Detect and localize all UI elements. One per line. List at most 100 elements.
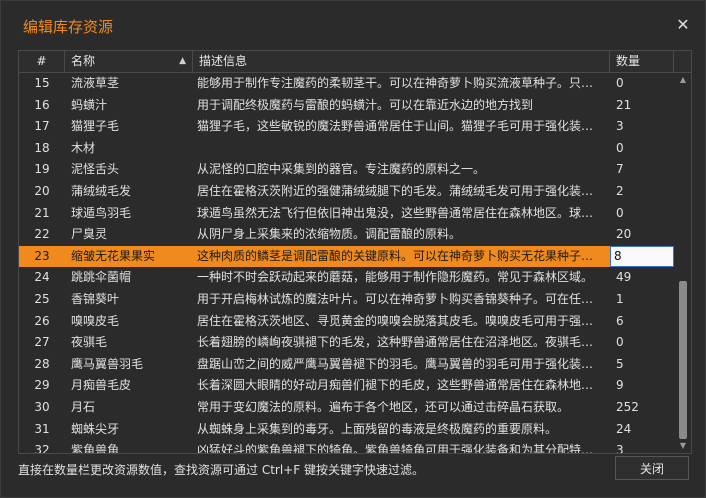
scroll-up-icon[interactable]: ▲ <box>675 73 691 87</box>
resource-description: 从阴尸身上采集来的浓缩物质。调配雷酿的原料。 <box>197 227 462 242</box>
resource-description: 长着深圆大眼睛的好动月痴兽们褪下的毛皮，这些野兽通常居住在森林地区... <box>197 378 605 393</box>
resource-description: 用于调配终极魔药与雷酿的蚂蟥汁。可以在靠近水边的地方找到 <box>197 97 534 112</box>
row-number: 32 <box>34 443 50 454</box>
table-row[interactable]: 20 蒲绒绒毛发 居住在霍格沃茨附近的强健蒲绒绒腿下的毛发。蒲绒绒毛发可用于强化装备… <box>19 181 674 203</box>
quantity-cell[interactable]: 0 <box>610 73 674 95</box>
quantity-cell[interactable]: 49 <box>610 267 674 289</box>
table-row[interactable]: 16 蚂蟥汁 用于调配终极魔药与雷酿的蚂蟥汁。可以在靠近水边的地方找到 21 <box>19 95 674 117</box>
resource-name: 月痴兽毛皮 <box>71 378 132 393</box>
resource-description: 常用于变幻魔法的原料。遍布于各个地区，还可以通过击碎晶石获取。 <box>197 399 570 414</box>
resource-description: 盘踞山峦之间的威严鹰马翼兽褪下的羽毛。鹰马翼兽的羽毛可用于强化装备... <box>197 356 605 371</box>
resource-name: 尸臭灵 <box>71 227 108 242</box>
row-number: 31 <box>34 421 50 436</box>
table-row[interactable]: 27 夜骐毛 长着翅膀的嶙峋夜骐褪下的毛发，这种野兽通常居住在沼泽地区。夜骐毛发..… <box>19 332 674 354</box>
column-header-qty[interactable]: 数量 <box>610 51 674 72</box>
quantity-cell[interactable]: 3 <box>610 440 674 453</box>
table-row[interactable]: 28 鹰马翼兽羽毛 盘踞山峦之间的威严鹰马翼兽褪下的羽毛。鹰马翼兽的羽毛可用于强化装… <box>19 354 674 376</box>
table-row[interactable]: 25 香锦葵叶 用于开启梅林试炼的魔法叶片。可以在神奇萝卜购买香锦葵种子。可在任何.… <box>19 289 674 311</box>
quantity-cell[interactable]: 5 <box>610 354 674 376</box>
row-number: 22 <box>34 227 50 242</box>
table-row[interactable]: 26 嗅嗅皮毛 居住在霍格沃茨地区、寻觅黄金的嗅嗅会脱落其皮毛。嗅嗅皮毛可用于强化.… <box>19 311 674 333</box>
resource-name: 紫角兽角 <box>71 443 120 454</box>
resource-description: 这种肉质的鳞茎是调配雷酿的关键原料。可以在神奇萝卜购买无花果种子。... <box>197 248 605 263</box>
quantity-cell[interactable]: 8 <box>610 245 674 268</box>
resource-description: 用于开启梅林试炼的魔法叶片。可以在神奇萝卜购买香锦葵种子。可在任何... <box>197 291 605 306</box>
resource-description: 球遁鸟虽然无法飞行但依旧神出鬼没，这些野兽通常居住在森林地区。球遁... <box>197 205 605 220</box>
table-row[interactable]: 30 月石 常用于变幻魔法的原料。遍布于各个地区，还可以通过击碎晶石获取。 252 <box>19 397 674 419</box>
scroll-down-icon[interactable]: ▼ <box>675 439 691 453</box>
footer-hint: 直接在数量栏更改资源数值，查找资源可通过 Ctrl+F 键按关键字快速过滤。 <box>18 463 424 477</box>
table-body: 15 流液草茎 能够用于制作专注魔药的柔韧茎干。可以在神奇萝卜购买流液草种子。只能.… <box>19 73 674 454</box>
table-row[interactable]: 24 跳跳伞菌帽 一种时不时会跃动起来的蘑菇，能够用于制作隐形魔药。常见于森林区域。… <box>19 267 674 289</box>
resource-description: 居住在霍格沃茨附近的强健蒲绒绒腿下的毛发。蒲绒绒毛发可用于强化装备... <box>197 183 605 198</box>
column-header-num[interactable]: # <box>19 51 65 72</box>
resource-description: 长着翅膀的嶙峋夜骐褪下的毛发，这种野兽通常居住在沼泽地区。夜骐毛发... <box>197 335 605 350</box>
vertical-scrollbar[interactable]: ▲ ▼ <box>675 73 691 453</box>
resource-name: 流液草茎 <box>71 76 120 90</box>
resource-name: 嗅嗅皮毛 <box>71 313 120 328</box>
column-header-desc[interactable]: 描述信息 <box>193 51 610 72</box>
resource-name: 月石 <box>71 399 96 414</box>
quantity-cell[interactable]: 24 <box>610 419 674 441</box>
row-number: 15 <box>34 76 50 90</box>
quantity-cell[interactable]: 0 <box>610 138 674 160</box>
resource-name: 蒲绒绒毛发 <box>71 183 132 198</box>
quantity-cell[interactable]: 6 <box>610 311 674 333</box>
table-row[interactable]: 23 缩皱无花果果实 这种肉质的鳞茎是调配雷酿的关键原料。可以在神奇萝卜购买无花果种… <box>19 245 674 268</box>
quantity-cell[interactable]: 252 <box>610 397 674 419</box>
row-number: 27 <box>34 335 50 350</box>
table-row[interactable]: 17 猫狸子毛 猫狸子毛，这些敏锐的魔法野兽通常居住于山间。猫狸子毛可用于强化装备.… <box>19 116 674 138</box>
resource-description <box>193 138 610 160</box>
quantity-cell[interactable]: 9 <box>610 375 674 397</box>
resource-name: 泥怪舌头 <box>71 162 120 177</box>
resource-description: 从泥怪的口腔中采集到的器官。专注魔药的原料之一。 <box>197 162 486 177</box>
resource-name: 鹰马翼兽羽毛 <box>71 356 144 371</box>
dialog-window: 编辑库存资源 ✕ # 名称 ▲ 描述信息 数量 15 流液草茎 能够用于制作专注魔药… <box>0 0 706 498</box>
row-number: 16 <box>34 97 50 112</box>
row-number: 18 <box>34 140 50 155</box>
resource-description: 猫狸子毛，这些敏锐的魔法野兽通常居住于山间。猫狸子毛可用于强化装备... <box>197 119 605 134</box>
table-row[interactable]: 18 木材 0 <box>19 138 674 160</box>
row-number: 29 <box>34 378 50 393</box>
table-row[interactable]: 32 紫角兽角 凶猛好斗的紫角兽褪下的犄角。紫角兽犄角可用于强化装备和为其分配特质。… <box>19 440 674 454</box>
quantity-cell[interactable]: 20 <box>610 224 674 246</box>
row-number: 26 <box>34 313 50 328</box>
row-number: 30 <box>34 399 50 414</box>
quantity-cell[interactable]: 1 <box>610 289 674 311</box>
resource-name: 球遁鸟羽毛 <box>71 205 132 220</box>
quantity-cell[interactable]: 0 <box>610 332 674 354</box>
table-row[interactable]: 22 尸臭灵 从阴尸身上采集来的浓缩物质。调配雷酿的原料。 20 <box>19 224 674 246</box>
quantity-cell[interactable]: 0 <box>610 203 674 225</box>
resource-name: 跳跳伞菌帽 <box>71 270 132 285</box>
quantity-cell[interactable]: 2 <box>610 181 674 203</box>
resource-name: 猫狸子毛 <box>71 119 120 134</box>
table-row[interactable]: 15 流液草茎 能够用于制作专注魔药的柔韧茎干。可以在神奇萝卜购买流液草种子。只能.… <box>19 73 674 95</box>
table-header: # 名称 ▲ 描述信息 数量 <box>19 51 691 73</box>
table-row[interactable]: 29 月痴兽毛皮 长着深圆大眼睛的好动月痴兽们褪下的毛皮，这些野兽通常居住在森林地区… <box>19 375 674 397</box>
row-number: 25 <box>34 291 50 306</box>
resource-name: 蜘蛛尖牙 <box>71 421 120 436</box>
sort-ascending-icon: ▲ <box>179 56 186 66</box>
table-row[interactable]: 21 球遁鸟羽毛 球遁鸟虽然无法飞行但依旧神出鬼没，这些野兽通常居住在森林地区。球遁… <box>19 203 674 225</box>
row-number: 23 <box>34 248 50 263</box>
column-header-name-label: 名称 <box>71 54 96 68</box>
resource-name: 夜骐毛 <box>71 335 108 350</box>
resource-description: 从蜘蛛身上采集到的毒牙。上面残留的毒液是终极魔药的重要原料。 <box>197 421 558 436</box>
column-header-name[interactable]: 名称 ▲ <box>65 51 193 72</box>
row-number: 20 <box>34 183 50 198</box>
resource-table: # 名称 ▲ 描述信息 数量 15 流液草茎 能够用于制作专注魔药的柔韧茎干。可以在… <box>18 50 692 454</box>
resource-name: 缩皱无花果果实 <box>71 248 156 263</box>
row-number: 17 <box>34 119 50 134</box>
close-icon[interactable]: ✕ <box>673 15 693 35</box>
resource-name: 香锦葵叶 <box>71 291 120 306</box>
table-row[interactable]: 19 泥怪舌头 从泥怪的口腔中采集到的器官。专注魔药的原料之一。 7 <box>19 159 674 181</box>
table-row[interactable]: 31 蜘蛛尖牙 从蜘蛛身上采集到的毒牙。上面残留的毒液是终极魔药的重要原料。 24 <box>19 419 674 441</box>
resource-name: 蚂蟥汁 <box>71 97 108 112</box>
quantity-cell[interactable]: 21 <box>610 95 674 117</box>
row-number: 24 <box>34 270 50 285</box>
scrollbar-thumb[interactable] <box>679 281 687 439</box>
close-button[interactable]: 关闭 <box>615 456 689 480</box>
quantity-cell[interactable]: 3 <box>610 116 674 138</box>
quantity-cell[interactable]: 7 <box>610 159 674 181</box>
title-bar: 编辑库存资源 ✕ <box>1 1 705 51</box>
